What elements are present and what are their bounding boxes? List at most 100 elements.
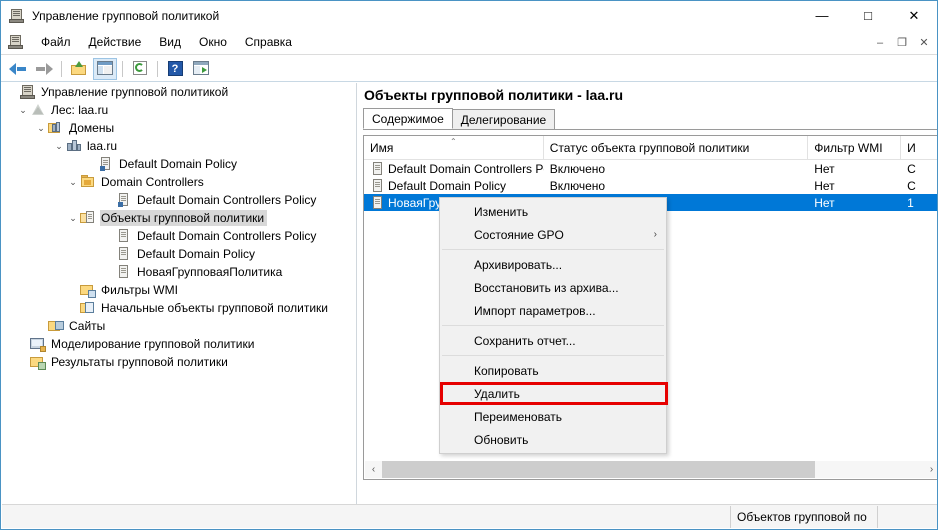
- tree-twisty[interactable]: ⌄: [66, 210, 80, 226]
- tree-item-forest[interactable]: ⌄ Лес: laa.ru: [2, 101, 356, 119]
- cell-text: Default Domain Policy: [388, 179, 506, 193]
- list-header: ⌃ Имя Статус объекта групповой политики …: [364, 136, 937, 160]
- context-menu-item-save-report[interactable]: Сохранить отчет...: [440, 329, 666, 352]
- forward-icon: [35, 61, 53, 77]
- column-header-wmi-filter[interactable]: Фильтр WMI: [808, 136, 901, 159]
- context-menu-item-rename[interactable]: Переименовать: [440, 405, 666, 428]
- context-menu-item-restore-from-backup[interactable]: Восстановить из архива...: [440, 276, 666, 299]
- back-button[interactable]: [6, 58, 30, 80]
- context-menu-item-label: Копировать: [474, 364, 539, 378]
- column-header-name[interactable]: ⌃ Имя: [364, 136, 544, 159]
- cell-wmi-filter: Нет: [808, 179, 901, 193]
- tree-item-domain-controllers[interactable]: ⌄ Domain Controllers: [2, 173, 356, 191]
- toolbar: ?: [1, 56, 937, 82]
- tree-item-starter-gpos[interactable]: Начальные объекты групповой политики: [2, 299, 356, 317]
- context-menu-item-label: Архивировать...: [474, 258, 562, 272]
- maximize-button[interactable]: □: [845, 1, 891, 30]
- domain-icon: [66, 138, 82, 154]
- tree-item-gpo-default-domain-policy[interactable]: Default Domain Policy: [2, 245, 356, 263]
- menu-item-help[interactable]: Справка: [236, 32, 301, 52]
- mdi-restore-button[interactable]: ❐: [891, 33, 913, 52]
- context-menu-item-label: Восстановить из архива...: [474, 281, 619, 295]
- tree-twisty: [102, 246, 116, 262]
- export-list-button[interactable]: [189, 58, 213, 80]
- column-header-gpo-status[interactable]: Статус объекта групповой политики: [544, 136, 809, 159]
- help-button[interactable]: ?: [163, 58, 187, 80]
- context-menu-item-label: Сохранить отчет...: [474, 334, 576, 348]
- scrollbar-track[interactable]: [382, 461, 923, 478]
- context-menu-item-refresh[interactable]: Обновить: [440, 428, 666, 451]
- status-text: Объектов групповой по: [730, 506, 878, 528]
- title-bar: Управление групповой политикой — □ ✕: [1, 1, 937, 30]
- mdi-close-button[interactable]: ✕: [913, 33, 935, 52]
- menu-bar: Файл Действие Вид Окно Справка – ❐ ✕: [1, 30, 937, 55]
- cell-gpo-status: Включено: [544, 162, 809, 176]
- app-menu-icon[interactable]: [8, 34, 24, 50]
- tab-delegation[interactable]: Делегирование: [452, 109, 555, 129]
- context-menu-item-edit[interactable]: Изменить: [440, 200, 666, 223]
- tree-item-gpo-new-policy[interactable]: НоваяГрупповаяПолитика: [2, 263, 356, 281]
- tree-item-domain-laaru[interactable]: ⌄ laa.ru: [2, 137, 356, 155]
- tree-twisty[interactable]: ⌄: [34, 120, 48, 136]
- tab-strip: Содержимое Делегирование: [363, 109, 937, 130]
- menu-item-view[interactable]: Вид: [150, 32, 190, 52]
- table-row[interactable]: Default Domain Policy Включено Нет С: [364, 177, 937, 194]
- menu-item-action[interactable]: Действие: [80, 32, 151, 52]
- console-tree[interactable]: Управление групповой политикой ⌄ Лес: la…: [2, 83, 357, 504]
- tree-twisty: [16, 354, 30, 370]
- column-header-modified[interactable]: И: [901, 136, 937, 159]
- scroll-left-icon[interactable]: ‹: [365, 461, 382, 478]
- tree-item-gpmc-root[interactable]: Управление групповой политикой: [2, 83, 356, 101]
- mdi-minimize-button[interactable]: –: [869, 33, 891, 52]
- cell-wmi-filter: Нет: [808, 162, 901, 176]
- status-bar: Объектов групповой по: [2, 504, 938, 528]
- tree-twisty[interactable]: ⌄: [52, 138, 66, 154]
- tree-item-label: Результаты групповой политики: [50, 354, 231, 370]
- gpo-link-icon: [98, 156, 114, 172]
- scrollbar-thumb[interactable]: [382, 461, 815, 478]
- refresh-icon: [132, 61, 149, 76]
- context-menu-item-label: Состояние GPO: [474, 228, 564, 242]
- cell-modified: С: [901, 162, 937, 176]
- cell-gpo-status: Включено: [544, 179, 809, 193]
- context-menu-separator: [442, 355, 664, 356]
- tree-item-sites[interactable]: Сайты: [2, 317, 356, 335]
- minimize-button[interactable]: —: [799, 1, 845, 30]
- tree-twisty[interactable]: [6, 84, 20, 100]
- menu-item-file[interactable]: Файл: [32, 32, 80, 52]
- menu-item-window[interactable]: Окно: [190, 32, 236, 52]
- context-menu[interactable]: Изменить Состояние GPO › Архивировать...…: [439, 197, 667, 454]
- column-header-label: Фильтр WMI: [814, 141, 882, 155]
- gpo-icon: [116, 246, 132, 262]
- context-menu-item-import-settings[interactable]: Импорт параметров...: [440, 299, 666, 322]
- close-button[interactable]: ✕: [891, 1, 937, 30]
- up-folder-icon: [70, 61, 88, 76]
- context-menu-item-backup[interactable]: Архивировать...: [440, 253, 666, 276]
- tab-contents[interactable]: Содержимое: [363, 108, 453, 129]
- tree-item-label: НоваяГрупповаяПолитика: [136, 264, 285, 280]
- tree-item-gpo-default-dc-policy[interactable]: Default Domain Controllers Policy: [2, 227, 356, 245]
- show-hide-tree-button[interactable]: [93, 58, 117, 80]
- context-menu-item-copy[interactable]: Копировать: [440, 359, 666, 382]
- tree-item-gp-results[interactable]: Результаты групповой политики: [2, 353, 356, 371]
- forward-button[interactable]: [32, 58, 56, 80]
- tree-item-domains[interactable]: ⌄ Домены: [2, 119, 356, 137]
- tree-item-gp-modeling[interactable]: Моделирование групповой политики: [2, 335, 356, 353]
- tree-twisty[interactable]: ⌄: [16, 102, 30, 118]
- context-menu-item-gpo-status[interactable]: Состояние GPO ›: [440, 223, 666, 246]
- tree-item-label: Default Domain Controllers Policy: [136, 228, 319, 244]
- scroll-right-icon[interactable]: ›: [923, 461, 937, 478]
- context-menu-item-delete[interactable]: Удалить: [440, 382, 666, 405]
- horizontal-scrollbar[interactable]: ‹ ›: [365, 461, 937, 478]
- tree-item-wmi-filters[interactable]: Фильтры WMI: [2, 281, 356, 299]
- mdi-window-controls: – ❐ ✕: [869, 33, 935, 52]
- tree-item-default-dc-policy-link[interactable]: Default Domain Controllers Policy: [2, 191, 356, 209]
- table-row[interactable]: Default Domain Controllers Policy Включе…: [364, 160, 937, 177]
- tree-item-gpo-container[interactable]: ⌄ Объекты групповой политики: [2, 209, 356, 227]
- context-menu-item-delete-wrapper: Удалить: [440, 382, 666, 405]
- tree-twisty: [84, 156, 98, 172]
- tree-item-default-domain-policy-link[interactable]: Default Domain Policy: [2, 155, 356, 173]
- tree-twisty[interactable]: ⌄: [66, 174, 80, 190]
- refresh-button[interactable]: [128, 58, 152, 80]
- up-folder-button[interactable]: [67, 58, 91, 80]
